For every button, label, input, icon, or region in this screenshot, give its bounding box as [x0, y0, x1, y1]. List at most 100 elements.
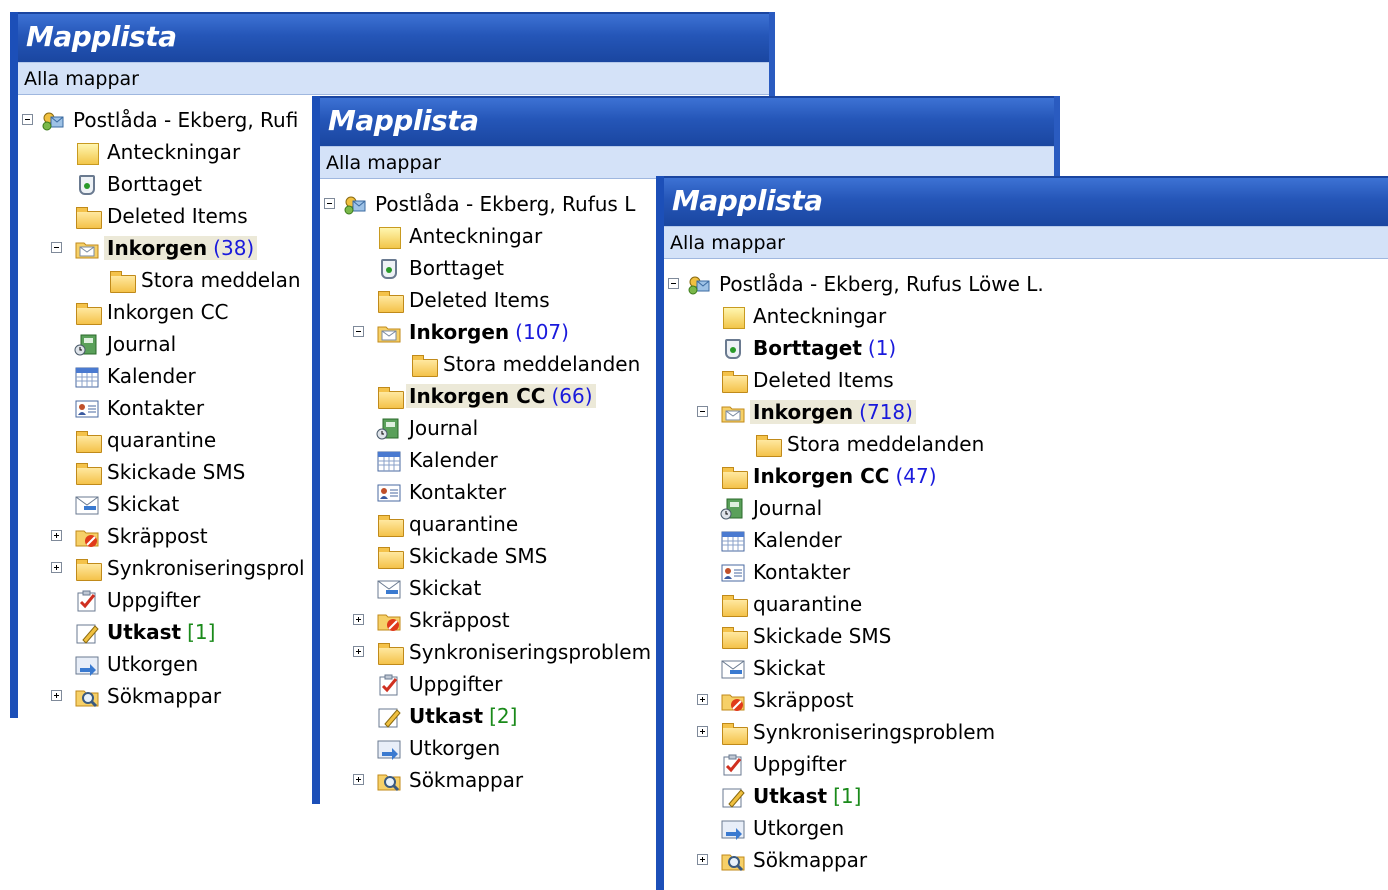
- drafts-icon: [720, 785, 746, 809]
- trash-icon: [376, 257, 402, 281]
- folder-item[interactable]: quarantine: [664, 589, 1388, 621]
- folder-label: Synkroniseringsprol: [107, 556, 305, 580]
- folder-icon: [720, 625, 748, 649]
- folder-label: Kontakter: [753, 560, 851, 584]
- panel-title: Mapplista: [328, 104, 479, 137]
- folder-label: Stora meddelanden: [443, 352, 641, 376]
- folder-label: Inkorgen (38): [104, 236, 258, 260]
- folder-item[interactable]: Synkroniseringsproblem: [664, 717, 1388, 749]
- folder-label: Utkorgen: [753, 816, 845, 840]
- contacts-icon: [376, 481, 402, 505]
- folder-icon: [376, 385, 404, 409]
- collapse-icon[interactable]: [51, 242, 62, 253]
- folder-label: Synkroniseringsproblem: [409, 640, 652, 664]
- folder-label: Skräppost: [107, 524, 208, 548]
- all-folders-bar[interactable]: Alla mappar: [664, 226, 1388, 259]
- expand-icon[interactable]: [51, 562, 62, 573]
- folder-icon: [74, 557, 102, 581]
- mailbox-icon: [40, 109, 66, 133]
- folder-label: Borttaget (1): [753, 336, 897, 360]
- folder-label: Deleted Items: [409, 288, 550, 312]
- folder-icon: [376, 545, 404, 569]
- folder-item[interactable]: Journal: [664, 493, 1388, 525]
- folder-label: Inkorgen (718): [750, 400, 916, 424]
- unread-count: [1]: [833, 784, 862, 808]
- folder-label: Kalender: [107, 364, 196, 388]
- folder-item[interactable]: Skickat: [664, 653, 1388, 685]
- expand-icon[interactable]: [697, 854, 708, 865]
- folder-tree: Postlåda - Ekberg, Rufus Löwe L. Anteckni…: [664, 259, 1388, 890]
- all-folders-bar[interactable]: Alla mappar: [18, 62, 775, 95]
- folder-label: Inkorgen CC (47): [753, 464, 937, 488]
- folder-item[interactable]: Uppgifter: [664, 749, 1388, 781]
- folder-label: quarantine: [753, 592, 863, 616]
- expand-icon[interactable]: [51, 530, 62, 541]
- folder-label: Uppgifter: [409, 672, 503, 696]
- folder-item[interactable]: Skräppost: [664, 685, 1388, 717]
- outbox-icon: [720, 817, 746, 841]
- collapse-icon[interactable]: [324, 198, 335, 209]
- folder-item[interactable]: Deleted Items: [664, 365, 1388, 397]
- unread-count: (47): [895, 464, 937, 488]
- folder-label: Inkorgen (107): [409, 320, 569, 344]
- folder-label: Skräppost: [409, 608, 510, 632]
- outbox-icon: [74, 653, 100, 677]
- unread-count: (718): [859, 400, 913, 424]
- folder-label: Sökmappar: [753, 848, 868, 872]
- folder-item[interactable]: Utkast [1]: [664, 781, 1388, 813]
- junk-icon: [74, 525, 100, 549]
- mailbox-icon: [686, 273, 712, 297]
- folder-label: Skickat: [107, 492, 180, 516]
- tasks-icon: [720, 753, 746, 777]
- contacts-icon: [720, 561, 746, 585]
- folder-icon: [74, 301, 102, 325]
- folder-item[interactable]: Borttaget (1): [664, 333, 1388, 365]
- collapse-icon[interactable]: [353, 326, 364, 337]
- folder-item[interactable]: Kalender: [664, 525, 1388, 557]
- folder-icon: [74, 461, 102, 485]
- folder-item[interactable]: Sökmappar: [664, 845, 1388, 877]
- drafts-icon: [74, 621, 100, 645]
- collapse-icon[interactable]: [22, 114, 33, 125]
- outbox-icon: [376, 737, 402, 761]
- all-folders-bar[interactable]: Alla mappar: [320, 146, 1060, 179]
- search-folder-icon: [74, 685, 100, 709]
- folder-item[interactable]: Utkorgen: [664, 813, 1388, 845]
- unread-count: (66): [551, 384, 593, 408]
- folder-item[interactable]: Inkorgen CC (47): [664, 461, 1388, 493]
- folder-label: Skickade SMS: [409, 544, 548, 568]
- folder-item[interactable]: Anteckningar: [664, 301, 1388, 333]
- folder-label: Deleted Items: [107, 204, 248, 228]
- collapse-icon[interactable]: [668, 278, 679, 289]
- trash-icon: [720, 337, 746, 361]
- folder-item[interactable]: Inkorgen (718): [664, 397, 1388, 429]
- folder-item[interactable]: Postlåda - Ekberg, Rufus Löwe L.: [664, 269, 1388, 301]
- collapse-icon[interactable]: [697, 406, 708, 417]
- panel-edge: [312, 96, 320, 804]
- expand-icon[interactable]: [51, 690, 62, 701]
- notes-icon: [376, 225, 402, 249]
- expand-icon[interactable]: [697, 726, 708, 737]
- folder-item[interactable]: Skickade SMS: [664, 621, 1388, 653]
- expand-icon[interactable]: [353, 646, 364, 657]
- folder-icon: [108, 269, 136, 293]
- folder-item[interactable]: Kontakter: [664, 557, 1388, 589]
- sent-icon: [720, 657, 746, 681]
- expand-icon[interactable]: [353, 774, 364, 785]
- folder-item[interactable]: Stora meddelanden: [664, 429, 1388, 461]
- calendar-icon: [74, 365, 100, 389]
- panel-edge: [10, 12, 18, 718]
- folder-label: Uppgifter: [753, 752, 847, 776]
- folder-label: Kontakter: [409, 480, 507, 504]
- folder-label: Skräppost: [753, 688, 854, 712]
- sent-icon: [74, 493, 100, 517]
- panel-title: Mapplista: [672, 184, 823, 217]
- folder-icon: [720, 465, 748, 489]
- expand-icon[interactable]: [353, 614, 364, 625]
- folder-label: Anteckningar: [107, 140, 241, 164]
- folder-label: Sökmappar: [107, 684, 222, 708]
- expand-icon[interactable]: [697, 694, 708, 705]
- panel-title: Mapplista: [26, 20, 177, 53]
- folder-label: Utkorgen: [409, 736, 501, 760]
- unread-count: (1): [867, 336, 897, 360]
